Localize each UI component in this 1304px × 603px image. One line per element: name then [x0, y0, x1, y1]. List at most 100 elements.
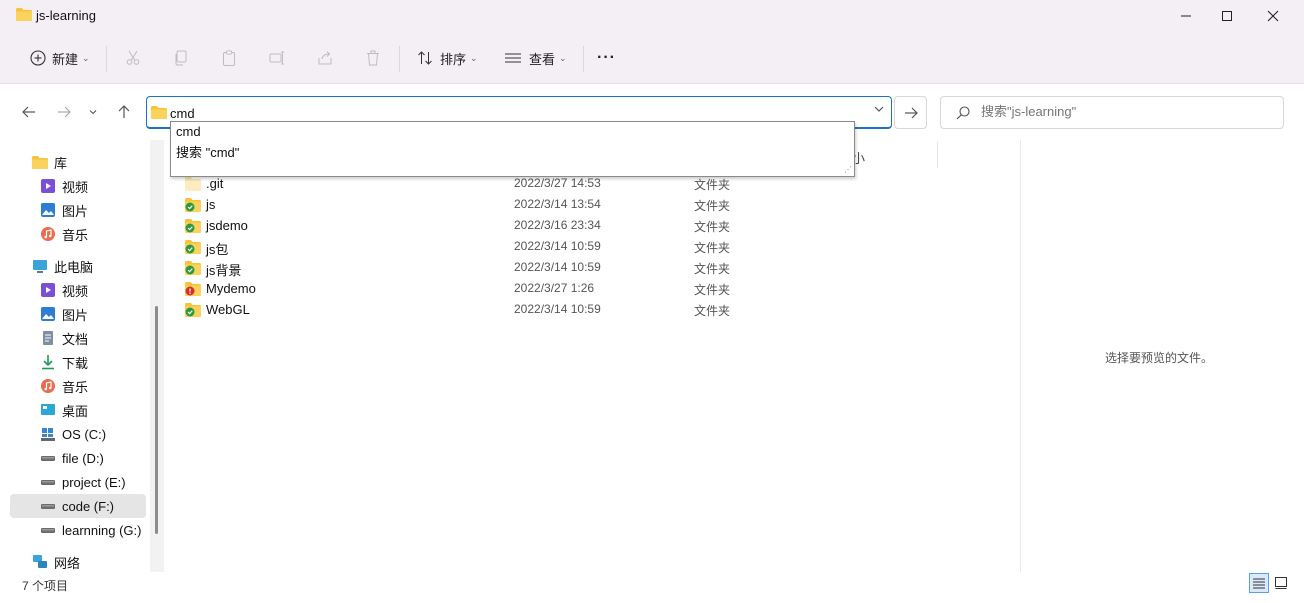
file-date: 2022/3/27 1:26: [514, 281, 595, 295]
folder-synced-icon: [185, 303, 201, 317]
file-row[interactable]: jsdemo 2022/3/16 23:34 文件夹: [185, 216, 835, 237]
search-icon: [956, 106, 970, 120]
sidebar-item[interactable]: code (F:): [10, 494, 146, 518]
sidebar-scrollbar-thumb[interactable]: [155, 306, 158, 534]
maximize-button[interactable]: [1204, 0, 1250, 32]
title-bar: js-learning: [0, 0, 1304, 32]
folder-icon: [16, 8, 32, 21]
go-button[interactable]: [894, 96, 927, 129]
close-icon: [1267, 10, 1279, 22]
copy-button[interactable]: [171, 44, 191, 72]
arrow-right-icon: [904, 107, 918, 118]
column-separator[interactable]: [937, 142, 938, 168]
sidebar-item[interactable]: 网络: [32, 550, 168, 574]
sidebar-item-label: 图片: [62, 307, 89, 323]
folder-icon: [185, 177, 201, 191]
rename-button[interactable]: [267, 44, 287, 72]
file-row[interactable]: js背景 2022/3/14 10:59 文件夹: [185, 258, 835, 279]
file-date: 2022/3/14 10:59: [514, 302, 601, 316]
videos-icon: [40, 282, 56, 298]
music-icon: [40, 226, 56, 242]
paste-button[interactable]: [219, 44, 239, 72]
search-box[interactable]: [940, 96, 1284, 129]
address-history-button[interactable]: [873, 103, 885, 118]
file-type: 文件夹: [694, 178, 731, 192]
separator: [399, 46, 400, 72]
share-icon: [315, 48, 335, 68]
arrow-right-icon: [58, 106, 71, 118]
sidebar-item-label: 音乐: [62, 227, 89, 243]
item-count: 7 个项目: [22, 579, 69, 593]
file-name: js: [206, 197, 216, 212]
back-button[interactable]: [17, 100, 41, 124]
sidebar-item[interactable]: 库: [32, 150, 168, 174]
file-date: 2022/3/14 10:59: [514, 260, 601, 274]
arrow-up-icon: [118, 105, 130, 118]
file-row[interactable]: js包 2022/3/14 10:59 文件夹: [185, 237, 835, 258]
window-title: js-learning: [36, 8, 96, 23]
new-label: 新建: [52, 51, 79, 67]
chevron-down-icon: [874, 106, 884, 112]
autocomplete-item[interactable]: 搜索 "cmd": [176, 142, 239, 161]
sidebar-item-label: 库: [54, 155, 68, 171]
file-row[interactable]: Mydemo 2022/3/27 1:26 文件夹: [185, 279, 835, 300]
sidebar-item-label: 图片: [62, 203, 89, 219]
file-type: 文件夹: [694, 304, 731, 318]
documents-icon: [40, 330, 56, 346]
downloads-icon: [40, 354, 56, 370]
sidebar-item-label: file (D:): [62, 450, 104, 466]
file-explorer-window: js-learning 新建 ⌄ 排序 ⌄ 查看 ⌄ ··· cmd 搜索"js…: [0, 0, 1304, 603]
chevron-down-icon: ⌄: [470, 52, 478, 63]
address-input[interactable]: [170, 103, 860, 123]
autocomplete-item[interactable]: cmd: [176, 124, 201, 139]
arrow-left-icon: [22, 106, 35, 118]
forward-button[interactable]: [52, 100, 76, 124]
new-button[interactable]: 新建 ⌄: [28, 44, 90, 72]
recent-locations-button[interactable]: [83, 100, 103, 124]
file-row[interactable]: WebGL 2022/3/14 10:59 文件夹: [185, 300, 835, 321]
delete-button[interactable]: [363, 44, 383, 72]
resize-grip-icon[interactable]: ⋰: [844, 165, 852, 174]
file-type: 文件夹: [694, 262, 731, 276]
sidebar-item-label: code (F:): [62, 498, 115, 514]
minimize-button[interactable]: [1163, 0, 1209, 32]
close-button[interactable]: [1250, 0, 1296, 32]
search-input[interactable]: [981, 104, 1271, 119]
file-date: 2022/3/27 14:53: [514, 176, 601, 190]
view-button[interactable]: 查看 ⌄: [503, 44, 567, 72]
folder-synced-icon: [185, 219, 201, 233]
file-type: 文件夹: [694, 220, 731, 234]
sidebar-item[interactable]: 此电脑: [32, 254, 168, 278]
preview-pane-separator[interactable]: [1020, 140, 1021, 572]
trash-icon: [363, 48, 383, 68]
sidebar-item-label: learnning (G:): [62, 522, 142, 538]
more-icon: ···: [597, 49, 616, 66]
more-options-button[interactable]: ···: [597, 44, 616, 72]
view-label: 查看: [529, 51, 556, 67]
drive-icon: [40, 450, 56, 466]
sidebar-item-label: 桌面: [62, 403, 89, 419]
sidebar-item-label: project (E:): [62, 474, 126, 490]
maximize-icon: [1222, 11, 1232, 21]
sort-button[interactable]: 排序 ⌄: [415, 44, 478, 72]
folder-synced-icon: [185, 240, 201, 254]
folder-error-icon: [185, 282, 201, 296]
drive-icon: [40, 498, 56, 514]
file-row[interactable]: .git 2022/3/27 14:53 文件夹: [185, 174, 835, 195]
drive-icon: [40, 522, 56, 538]
file-name: js背景: [206, 263, 242, 278]
large-icons-view-button[interactable]: [1271, 573, 1291, 593]
windows-drive-icon: [40, 426, 56, 442]
share-button[interactable]: [315, 44, 335, 72]
preview-message: 选择要预览的文件。: [1105, 351, 1214, 365]
library-folder-icon: [32, 154, 48, 170]
sidebar-item-label: 视频: [62, 283, 89, 299]
details-view-button[interactable]: [1249, 573, 1269, 593]
file-row[interactable]: js 2022/3/14 13:54 文件夹: [185, 195, 835, 216]
cut-button[interactable]: [123, 44, 143, 72]
sort-label: 排序: [440, 51, 467, 67]
up-button[interactable]: [112, 100, 136, 124]
file-date: 2022/3/16 23:34: [514, 218, 601, 232]
folder-icon: [151, 106, 167, 119]
file-type: 文件夹: [694, 283, 731, 297]
